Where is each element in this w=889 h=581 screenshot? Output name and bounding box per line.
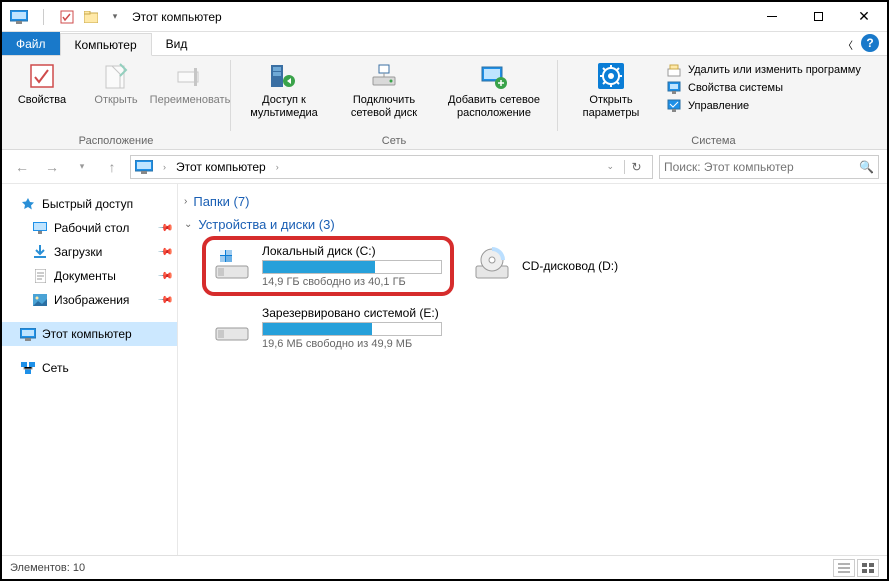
network-icon <box>20 360 36 376</box>
group-network: Доступ к мультимедиа Подключить сетевой … <box>231 56 557 149</box>
sidebar-item-desktop[interactable]: Рабочий стол📌 <box>2 216 177 240</box>
view-tiles-button[interactable] <box>857 559 879 577</box>
drive-icon <box>212 246 252 286</box>
nav-pane: Быстрый доступ Рабочий стол📌 Загрузки📌 Д… <box>2 184 178 555</box>
open-button[interactable]: Открыть <box>84 60 148 107</box>
drive-e-free: 19,6 МБ свободно из 49,9 МБ <box>262 338 444 350</box>
group-system: Открыть параметры Удалить или изменить п… <box>558 56 869 149</box>
drive-c-name: Локальный диск (C:) <box>262 244 444 258</box>
download-icon <box>32 244 48 260</box>
pc-icon <box>20 326 36 342</box>
properties-button[interactable]: Свойства <box>10 60 74 107</box>
window-title: Этот компьютер <box>132 10 222 24</box>
status-bar: Элементов: 10 <box>2 555 887 579</box>
open-settings-button[interactable]: Открыть параметры <box>566 60 656 119</box>
qat-customize-icon[interactable]: ▾ <box>104 6 126 28</box>
category-folders[interactable]: › Папки (7) <box>184 190 887 213</box>
content-pane: › Папки (7) ⌄ Устройства и диски (3) Лок… <box>178 184 887 555</box>
help-icon[interactable]: ? <box>861 34 879 52</box>
qat-properties-icon[interactable] <box>56 6 78 28</box>
search-icon: 🔍 <box>859 160 874 174</box>
system-properties-link[interactable]: Свойства системы <box>666 80 861 96</box>
tab-computer[interactable]: Компьютер <box>60 33 152 56</box>
minimize-button[interactable] <box>749 2 795 32</box>
document-icon <box>32 268 48 284</box>
group-network-caption: Сеть <box>382 135 406 147</box>
cd-drive-icon <box>472 246 512 286</box>
sidebar-item-pictures[interactable]: Изображения📌 <box>2 288 177 312</box>
rename-button[interactable]: Переименовать <box>158 60 222 107</box>
sidebar-item-downloads[interactable]: Загрузки📌 <box>2 240 177 264</box>
address-bar[interactable]: › Этот компьютер › ⌄ ↻ <box>130 155 653 179</box>
media-access-button[interactable]: Доступ к мультимедиа <box>239 60 329 119</box>
qat-pc-icon <box>8 6 30 28</box>
search-input[interactable] <box>664 160 859 174</box>
manage-link[interactable]: Управление <box>666 98 861 114</box>
up-button[interactable]: ↑ <box>100 155 124 179</box>
ribbon-tabs: Файл Компьютер Вид 〈 ? <box>2 32 887 56</box>
close-button[interactable]: ✕ <box>841 2 887 32</box>
refresh-button[interactable]: ↻ <box>624 160 648 174</box>
group-location-caption: Расположение <box>79 135 154 147</box>
add-network-location-button[interactable]: Добавить сетевое расположение <box>439 60 549 119</box>
status-item-count: Элементов: 10 <box>10 562 85 574</box>
qat-separator <box>32 6 54 28</box>
breadcrumb-thispc[interactable]: Этот компьютер <box>176 160 266 174</box>
pin-icon: 📌 <box>156 268 173 285</box>
drive-icon <box>212 308 252 348</box>
group-system-caption: Система <box>691 135 735 147</box>
category-devices[interactable]: ⌄ Устройства и диски (3) <box>184 213 887 236</box>
picture-icon <box>32 292 48 308</box>
maximize-button[interactable] <box>795 2 841 32</box>
pin-icon: 📌 <box>156 292 173 309</box>
map-drive-button[interactable]: Подключить сетевой диск <box>339 60 429 119</box>
forward-button[interactable]: → <box>40 155 64 179</box>
star-icon <box>20 196 36 212</box>
ribbon: Свойства Открыть Переименовать Расположе… <box>2 56 887 150</box>
group-location: Свойства Открыть Переименовать Расположе… <box>2 56 230 149</box>
sidebar-item-network[interactable]: Сеть <box>2 356 177 380</box>
pin-icon: 📌 <box>156 244 173 261</box>
drive-e-name: Зарезервировано системой (E:) <box>262 306 444 320</box>
drive-c-free: 14,9 ГБ свободно из 40,1 ГБ <box>262 276 444 288</box>
sidebar-item-documents[interactable]: Документы📌 <box>2 264 177 288</box>
drive-c-usage-bar <box>262 260 442 274</box>
chevron-right-icon: › <box>184 196 187 207</box>
sidebar-item-thispc[interactable]: Этот компьютер <box>2 322 177 346</box>
tab-file[interactable]: Файл <box>2 32 60 55</box>
recent-dropdown-icon[interactable]: ▾ <box>70 155 94 179</box>
search-box[interactable]: 🔍 <box>659 155 879 179</box>
view-details-button[interactable] <box>833 559 855 577</box>
title-bar: ▾ Этот компьютер ✕ <box>2 2 887 32</box>
qat-newfolder-icon[interactable] <box>80 6 102 28</box>
chevron-down-icon: ⌄ <box>184 219 192 230</box>
drive-e-usage-bar <box>262 322 442 336</box>
drive-d-name: CD-дисковод (D:) <box>522 259 704 273</box>
drive-e[interactable]: Зарезервировано системой (E:) 19,6 МБ св… <box>208 302 448 354</box>
address-pc-icon <box>135 160 153 174</box>
drive-c[interactable]: Локальный диск (C:) 14,9 ГБ свободно из … <box>208 240 448 292</box>
drive-d[interactable]: CD-дисковод (D:) <box>468 240 708 292</box>
ribbon-collapse-icon[interactable]: 〈 <box>843 37 853 52</box>
pin-icon: 📌 <box>156 220 173 237</box>
sidebar-item-quick-access[interactable]: Быстрый доступ <box>2 192 177 216</box>
uninstall-program-link[interactable]: Удалить или изменить программу <box>666 62 861 78</box>
desktop-icon <box>32 220 48 236</box>
nav-bar: ← → ▾ ↑ › Этот компьютер › ⌄ ↻ 🔍 <box>2 150 887 184</box>
tab-view[interactable]: Вид <box>152 32 202 55</box>
back-button[interactable]: ← <box>10 155 34 179</box>
address-history-icon[interactable]: ⌄ <box>602 161 618 172</box>
